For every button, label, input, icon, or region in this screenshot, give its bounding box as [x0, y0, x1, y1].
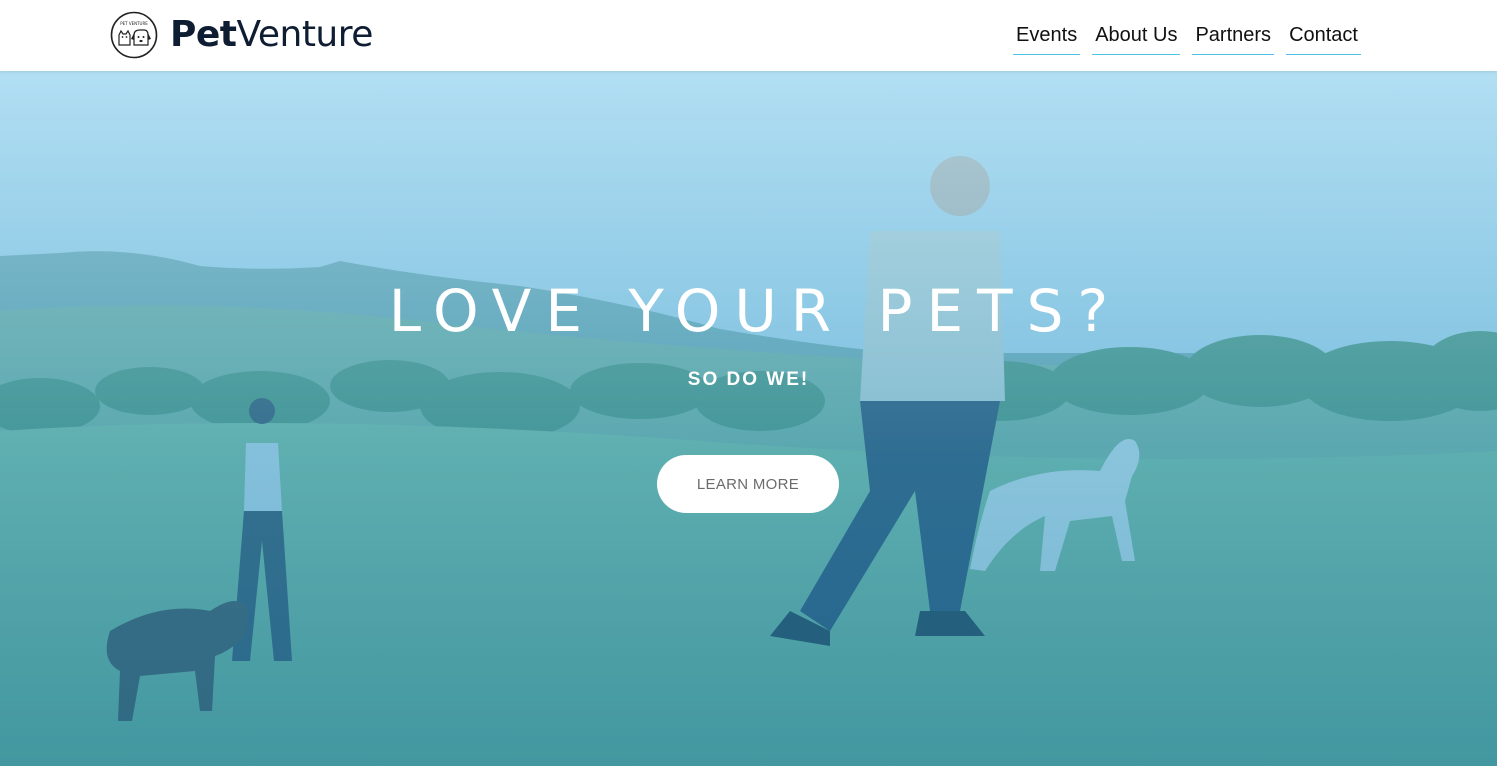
- brand-wordmark: PetVenture: [170, 10, 373, 60]
- brand-name-bold: Pet: [170, 14, 237, 55]
- nav-link-contact[interactable]: Contact: [1286, 18, 1361, 55]
- brand-home-link[interactable]: PET VENTURE PetVenture: [110, 10, 373, 60]
- learn-more-button[interactable]: LEARN MORE: [657, 455, 839, 513]
- nav-link-about-us[interactable]: About Us: [1092, 18, 1181, 55]
- nav-link-events[interactable]: Events: [1013, 18, 1081, 55]
- hero-subtitle: SO DO WE!: [687, 369, 810, 390]
- site-header: PET VENTURE PetVenture Events About Us P…: [0, 0, 1497, 71]
- main-nav: Events About Us Partners Contact: [1013, 18, 1361, 55]
- hero-content: LOVE YOUR PETS? SO DO WE! LEARN MORE: [0, 71, 1497, 766]
- hero-title: LOVE YOUR PETS?: [388, 277, 1123, 345]
- logo-lettering: PET VENTURE: [120, 21, 148, 26]
- petventure-logo-icon: PET VENTURE: [110, 11, 158, 59]
- hero-section: LOVE YOUR PETS? SO DO WE! LEARN MORE: [0, 71, 1497, 766]
- nav-link-partners[interactable]: Partners: [1192, 18, 1275, 55]
- brand-name-regular: Venture: [236, 14, 374, 55]
- page: PET VENTURE PetVenture Events About Us P…: [0, 0, 1497, 766]
